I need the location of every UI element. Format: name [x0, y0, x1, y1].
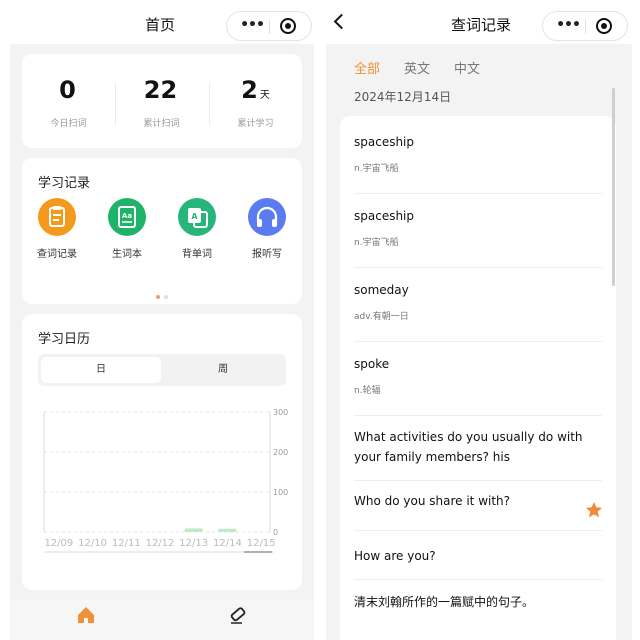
- y-tick-label: 100: [273, 488, 288, 497]
- feature-vocab-book[interactable]: Aa 生词本: [97, 198, 157, 260]
- more-icon[interactable]: •••: [553, 16, 583, 34]
- study-record-card: 学习记录 查词记录 Aa 生词本 A 背单词 报听写: [22, 158, 302, 304]
- feature-dictation[interactable]: 报听写: [237, 198, 297, 260]
- item-word: spaceship: [354, 209, 415, 223]
- item-word: spoke: [354, 357, 390, 371]
- x-tick-label: 12/10: [78, 538, 107, 549]
- close-mini-program-icon[interactable]: [280, 18, 296, 34]
- item-word: spaceship: [354, 135, 415, 149]
- date-header: 2024年12月14日: [354, 90, 452, 104]
- close-mini-program-icon[interactable]: [596, 18, 612, 34]
- x-tick-label: 12/15: [247, 538, 276, 549]
- x-tick-label: 12/09: [44, 538, 73, 549]
- chart-bar: [218, 528, 237, 532]
- list-item[interactable]: 清末刘翰所作的一篇赋中的句子。: [354, 580, 602, 628]
- section-title: 学习记录: [38, 176, 91, 191]
- stat-today-scans: 0 今日扫词: [22, 74, 115, 129]
- x-tick-label: 12/14: [213, 538, 242, 549]
- history-list: spaceship n.宇宙飞船 spaceship n.宇宙飞船 someda…: [340, 116, 616, 640]
- vocab-book-icon: Aa: [108, 198, 146, 236]
- history-screen: 查词记录 ••• 全部 英文 中文 2024年12月14日 spaceship …: [322, 0, 640, 640]
- item-sentence: How are you?: [354, 549, 436, 563]
- feature-memorize-words[interactable]: A 背单词: [167, 198, 227, 260]
- y-tick-label: 200: [273, 448, 288, 457]
- y-tick-label: 0: [273, 528, 278, 537]
- home-screen: 首页 ••• 0 今日扫词 22 累计扫词 2天 累计学习 学习记录 查词记录 …: [0, 0, 320, 640]
- home-content: 0 今日扫词 22 累计扫词 2天 累计学习 学习记录 查词记录 Aa 生词本 …: [10, 44, 314, 600]
- list-item[interactable]: How are you?: [354, 536, 602, 580]
- clipboard-icon: [38, 198, 76, 236]
- stat-total-scans: 22 累计扫词: [115, 74, 208, 129]
- flashcard-icon: A: [178, 198, 216, 236]
- list-item[interactable]: spaceship n.宇宙飞船: [354, 132, 602, 194]
- home-icon: [78, 607, 94, 623]
- feature-label: 报听写: [252, 249, 282, 260]
- stats-card: 0 今日扫词 22 累计扫词 2天 累计学习: [22, 54, 302, 148]
- item-definition: adv.有朝一日: [354, 312, 409, 322]
- item-sentence: What activities do you usually do with y…: [354, 430, 583, 464]
- tab-home[interactable]: [56, 604, 116, 630]
- x-tick-label: 12/13: [179, 538, 208, 549]
- item-sentence: 清末刘翰所作的一篇赋中的句子。: [354, 595, 535, 609]
- page-dot-active: [156, 295, 160, 299]
- list-item[interactable]: someday adv.有朝一日: [354, 280, 602, 342]
- stat-label: 累计扫词: [143, 119, 180, 129]
- page-indicator: [22, 284, 302, 303]
- stat-unit: 天: [259, 90, 270, 101]
- feature-label: 背单词: [182, 249, 212, 260]
- stat-value: 22: [143, 76, 178, 104]
- bottom-tab-bar: [10, 600, 314, 640]
- mini-program-capsule: •••: [226, 11, 312, 41]
- star-icon[interactable]: [585, 501, 603, 523]
- list-item[interactable]: Who do you share it with?: [354, 491, 603, 531]
- capsule-divider: [269, 19, 270, 34]
- chart-bar: [184, 528, 203, 532]
- tab-week[interactable]: 周: [163, 357, 283, 383]
- list-item[interactable]: What activities do you usually do with y…: [354, 427, 602, 481]
- filter-chinese[interactable]: 中文: [454, 58, 480, 77]
- feature-lookup-history[interactable]: 查词记录: [27, 198, 87, 260]
- capsule-divider: [585, 19, 586, 34]
- page-dot: [164, 295, 168, 299]
- mini-program-capsule: •••: [542, 11, 628, 41]
- item-sentence: Who do you share it with?: [354, 494, 511, 508]
- study-chart: 0 100 200 300 12/09 12/10 12/11 12/12 12/13 12/14…: [43, 408, 288, 553]
- item-word: someday: [354, 283, 409, 297]
- calendar-period-switch: 日 周: [38, 354, 286, 386]
- filter-all[interactable]: 全部: [354, 58, 380, 77]
- stat-label: 累计学习: [237, 119, 274, 129]
- svg-text:Aa: Aa: [122, 212, 132, 220]
- stat-value: 2: [241, 76, 258, 104]
- stat-study-days: 2天 累计学习: [209, 74, 302, 129]
- filter-english[interactable]: 英文: [404, 58, 430, 77]
- history-navbar: 查词记录 •••: [322, 0, 640, 48]
- list-item[interactable]: spoke n.轮辐: [354, 354, 602, 416]
- tab-tools[interactable]: [208, 604, 268, 630]
- home-navbar: 首页 •••: [0, 0, 320, 48]
- tab-day[interactable]: 日: [41, 357, 161, 383]
- scrollbar[interactable]: [612, 88, 615, 286]
- headphones-icon: [248, 198, 286, 236]
- item-definition: n.轮辐: [354, 386, 381, 396]
- list-item[interactable]: spaceship n.宇宙飞船: [354, 206, 602, 268]
- more-icon[interactable]: •••: [237, 16, 267, 34]
- history-content: 全部 英文 中文 2024年12月14日 spaceship n.宇宙飞船 sp…: [326, 44, 632, 640]
- stat-label: 今日扫词: [50, 119, 87, 129]
- feature-label: 生词本: [112, 249, 142, 260]
- y-tick-label: 300: [273, 408, 288, 417]
- eraser-icon: [230, 607, 246, 624]
- study-calendar-card: 学习日历 日 周 0 100 200 300 12/09 12/10 12/11 12/12 1…: [22, 314, 302, 590]
- x-tick-label: 12/12: [146, 538, 175, 549]
- item-definition: n.宇宙飞船: [354, 164, 399, 174]
- feature-label: 查词记录: [37, 249, 77, 260]
- svg-text:A: A: [191, 212, 198, 221]
- x-tick-label: 12/11: [112, 538, 141, 549]
- section-title: 学习日历: [38, 332, 91, 347]
- stat-value: 0: [59, 76, 76, 104]
- item-definition: n.宇宙飞船: [354, 238, 399, 248]
